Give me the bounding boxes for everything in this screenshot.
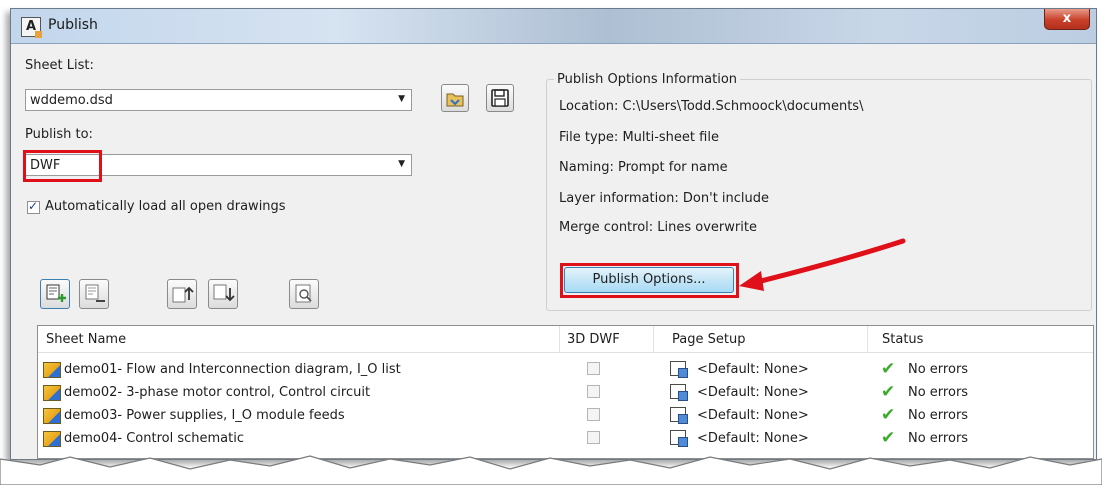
chevron-down-icon: ▼ [398, 94, 405, 104]
save-sheet-list-button[interactable] [486, 84, 514, 112]
col-header-sheet-name[interactable]: Sheet Name [46, 332, 126, 347]
3d-dwf-checkbox[interactable] [587, 408, 600, 421]
merge-control-info: Merge control: Lines overwrite [559, 220, 757, 235]
auto-load-checkbox[interactable] [27, 199, 40, 214]
3d-dwf-checkbox[interactable] [587, 385, 600, 398]
status-value: No errors [908, 362, 969, 377]
status-value: No errors [908, 408, 969, 423]
page-setup-value[interactable]: <Default: None> [697, 408, 809, 423]
window-title: Publish [48, 17, 98, 33]
sheet-icon [43, 362, 61, 378]
preview-button[interactable] [289, 279, 319, 309]
sheet-name: demo02- 3-phase motor control, Control c… [64, 385, 371, 400]
status-value: No errors [908, 431, 969, 446]
open-folder-icon [446, 93, 464, 107]
publish-to-label: Publish to: [25, 127, 93, 142]
sheet-name: demo04- Control schematic [64, 431, 245, 446]
page-setup-icon [670, 407, 688, 424]
column-divider[interactable] [867, 326, 868, 352]
sheet-name: demo03- Power supplies, I_O module feeds [64, 408, 345, 423]
annotation-arrow-icon [739, 238, 906, 291]
table-row[interactable]: demo02- 3-phase motor control, Control c… [38, 382, 1093, 405]
column-divider[interactable] [559, 326, 560, 352]
status-value: No errors [908, 385, 969, 400]
move-sheet-up-button[interactable] [167, 279, 197, 309]
move-down-icon [213, 284, 235, 302]
sheet-name: demo01- Flow and Interconnection diagram… [64, 362, 401, 377]
table-row[interactable]: demo03- Power supplies, I_O module feeds… [38, 405, 1093, 428]
check-icon: ✔ [881, 405, 896, 425]
auto-load-label: Automatically load all open drawings [45, 199, 286, 214]
chevron-down-icon: ▼ [398, 159, 405, 169]
publish-to-highlight [23, 150, 102, 182]
page-setup-icon [670, 384, 688, 401]
page-setup-value[interactable]: <Default: None> [697, 385, 809, 400]
table-row[interactable]: demo01- Flow and Interconnection diagram… [38, 359, 1093, 382]
floppy-disk-icon [491, 89, 509, 107]
sheet-list-value: wddemo.dsd [30, 93, 113, 108]
torn-edge-decoration [0, 455, 1102, 485]
publish-options-group-title: Publish Options Information [554, 72, 741, 87]
check-icon: ✔ [881, 359, 896, 379]
sheet-icon [43, 385, 61, 401]
preview-magnifier-icon [295, 284, 312, 303]
sheet-list-dropdown[interactable]: wddemo.dsd ▼ [25, 89, 412, 111]
sheet-list-table[interactable]: Sheet Name 3D DWF Page Setup Status demo… [37, 325, 1094, 459]
close-button[interactable]: x [1044, 9, 1090, 30]
table-header: Sheet Name 3D DWF Page Setup Status [38, 326, 1093, 353]
remove-sheets-button[interactable] [79, 279, 109, 309]
3d-dwf-checkbox[interactable] [587, 362, 600, 375]
page-setup-value[interactable]: <Default: None> [697, 362, 809, 377]
layer-info: Layer information: Don't include [559, 191, 770, 206]
file-type-info: File type: Multi-sheet file [559, 130, 719, 145]
column-divider[interactable] [653, 326, 654, 352]
move-up-icon [172, 286, 194, 303]
add-sheets-icon [46, 284, 66, 302]
page-setup-value[interactable]: <Default: None> [697, 431, 809, 446]
naming-info: Naming: Prompt for name [559, 160, 728, 175]
col-header-page-setup[interactable]: Page Setup [672, 332, 745, 347]
col-header-3d-dwf[interactable]: 3D DWF [567, 332, 620, 347]
location-info: Location: C:\Users\Todd.Schmoock\documen… [559, 99, 864, 114]
publish-dialog: A Publish x Sheet List: wddemo.dsd ▼ Pub… [10, 8, 1097, 460]
remove-sheets-icon [85, 284, 105, 302]
publish-options-highlight [560, 263, 739, 298]
3d-dwf-checkbox[interactable] [587, 431, 600, 444]
col-header-status[interactable]: Status [882, 332, 923, 347]
autocad-app-icon: A [21, 17, 42, 38]
sheet-list-label: Sheet List: [25, 58, 94, 73]
page-setup-icon [670, 430, 688, 447]
load-sheet-list-button[interactable] [441, 84, 469, 112]
sheet-icon [43, 408, 61, 424]
check-icon: ✔ [881, 382, 896, 402]
page-setup-icon [670, 361, 688, 378]
title-bar[interactable]: A Publish x [11, 9, 1096, 44]
add-sheets-button[interactable] [40, 279, 70, 309]
move-sheet-down-button[interactable] [208, 279, 238, 309]
